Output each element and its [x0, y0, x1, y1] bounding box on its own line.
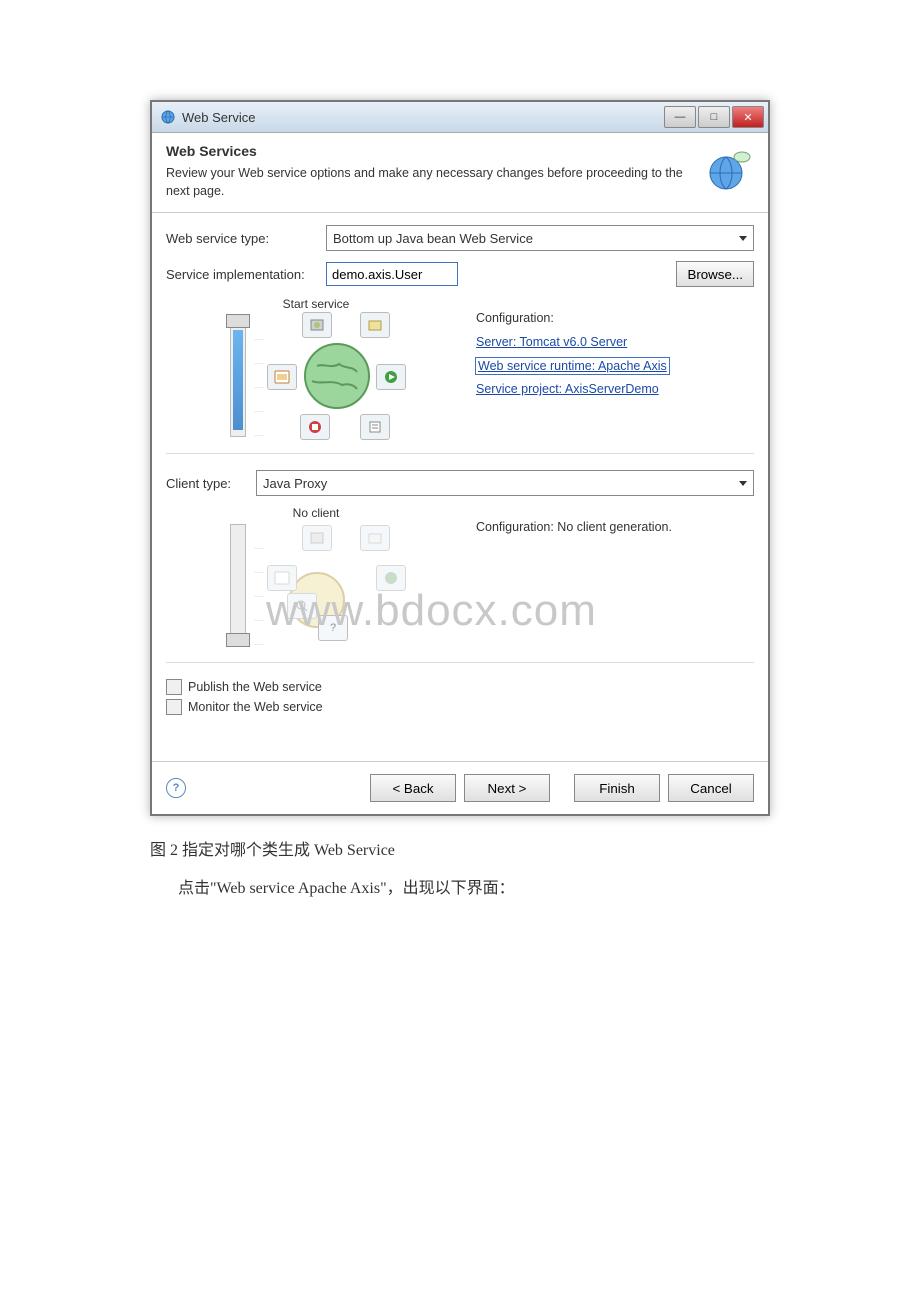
banner-image-icon — [704, 143, 754, 193]
service-project-link[interactable]: Service project: AxisServerDemo — [476, 382, 659, 396]
separator — [166, 662, 754, 663]
stop-icon — [300, 414, 330, 440]
minimize-button[interactable]: — — [664, 106, 696, 128]
service-config-heading: Configuration: — [476, 307, 754, 331]
wsdl-icon — [267, 565, 297, 591]
runtime-link[interactable]: Web service runtime: Apache Axis — [476, 358, 669, 374]
chevron-down-icon — [739, 236, 747, 241]
help-button[interactable]: ? — [166, 778, 186, 798]
client-panel: No client — [166, 506, 754, 646]
window-title: Web Service — [182, 110, 255, 125]
titlebar: Web Service — □ ✕ — [152, 102, 768, 133]
next-button[interactable]: Next > — [464, 774, 550, 802]
service-type-value: Bottom up Java bean Web Service — [333, 231, 533, 246]
client-icon-cluster: ? — [272, 525, 402, 645]
chevron-down-icon — [739, 481, 747, 486]
slider-ticks — [254, 525, 264, 645]
client-slider-label: No client — [293, 506, 340, 520]
maximize-button[interactable]: □ — [698, 106, 730, 128]
banner-description: Review your Web service options and make… — [166, 165, 704, 200]
service-icon-cluster — [272, 316, 402, 436]
publish-label: Publish the Web service — [188, 680, 322, 694]
list-icon — [360, 414, 390, 440]
service-type-combo[interactable]: Bottom up Java bean Web Service — [326, 225, 754, 251]
globe-icon — [302, 341, 372, 414]
service-impl-label: Service implementation: — [166, 267, 326, 282]
component-icon — [302, 312, 332, 338]
service-level-slider[interactable] — [230, 315, 246, 437]
help-icon: ? — [318, 615, 348, 641]
client-level-slider[interactable] — [230, 524, 246, 646]
service-type-label: Web service type: — [166, 231, 326, 246]
finish-button[interactable]: Finish — [574, 774, 660, 802]
service-slider-label: Start service — [283, 297, 350, 311]
banner-title: Web Services — [166, 143, 704, 159]
close-button[interactable]: ✕ — [732, 106, 764, 128]
wsdl-icon — [267, 364, 297, 390]
browse-button[interactable]: Browse... — [676, 261, 754, 287]
client-type-label: Client type: — [166, 476, 256, 491]
button-bar: ? < Back Next > Finish Cancel — [152, 761, 768, 814]
component-icon — [302, 525, 332, 551]
web-service-dialog: Web Service — □ ✕ Web Services Review yo… — [150, 100, 770, 816]
figure-caption: 图 2 指定对哪个类生成 Web Service — [150, 836, 770, 860]
package-icon — [360, 312, 390, 338]
monitor-label: Monitor the Web service — [188, 700, 323, 714]
client-config-text: Configuration: No client generation. — [476, 516, 754, 540]
search-icon — [287, 593, 317, 619]
web-service-icon — [160, 109, 176, 125]
service-panel: Start service — [166, 297, 754, 437]
separator — [166, 453, 754, 454]
cancel-button[interactable]: Cancel — [668, 774, 754, 802]
back-button[interactable]: < Back — [370, 774, 456, 802]
package-icon — [360, 525, 390, 551]
wizard-banner: Web Services Review your Web service opt… — [152, 133, 768, 213]
slider-ticks — [254, 316, 264, 436]
service-impl-input[interactable] — [326, 262, 458, 286]
server-link[interactable]: Server: Tomcat v6.0 Server — [476, 335, 627, 349]
play-icon — [376, 364, 406, 390]
play-icon — [376, 565, 406, 591]
client-type-combo[interactable]: Java Proxy — [256, 470, 754, 496]
paragraph-text: 点击"Web service Apache Axis"，出现以下界面： — [178, 874, 770, 898]
client-type-value: Java Proxy — [263, 476, 327, 491]
monitor-checkbox[interactable] — [166, 699, 182, 715]
publish-checkbox[interactable] — [166, 679, 182, 695]
